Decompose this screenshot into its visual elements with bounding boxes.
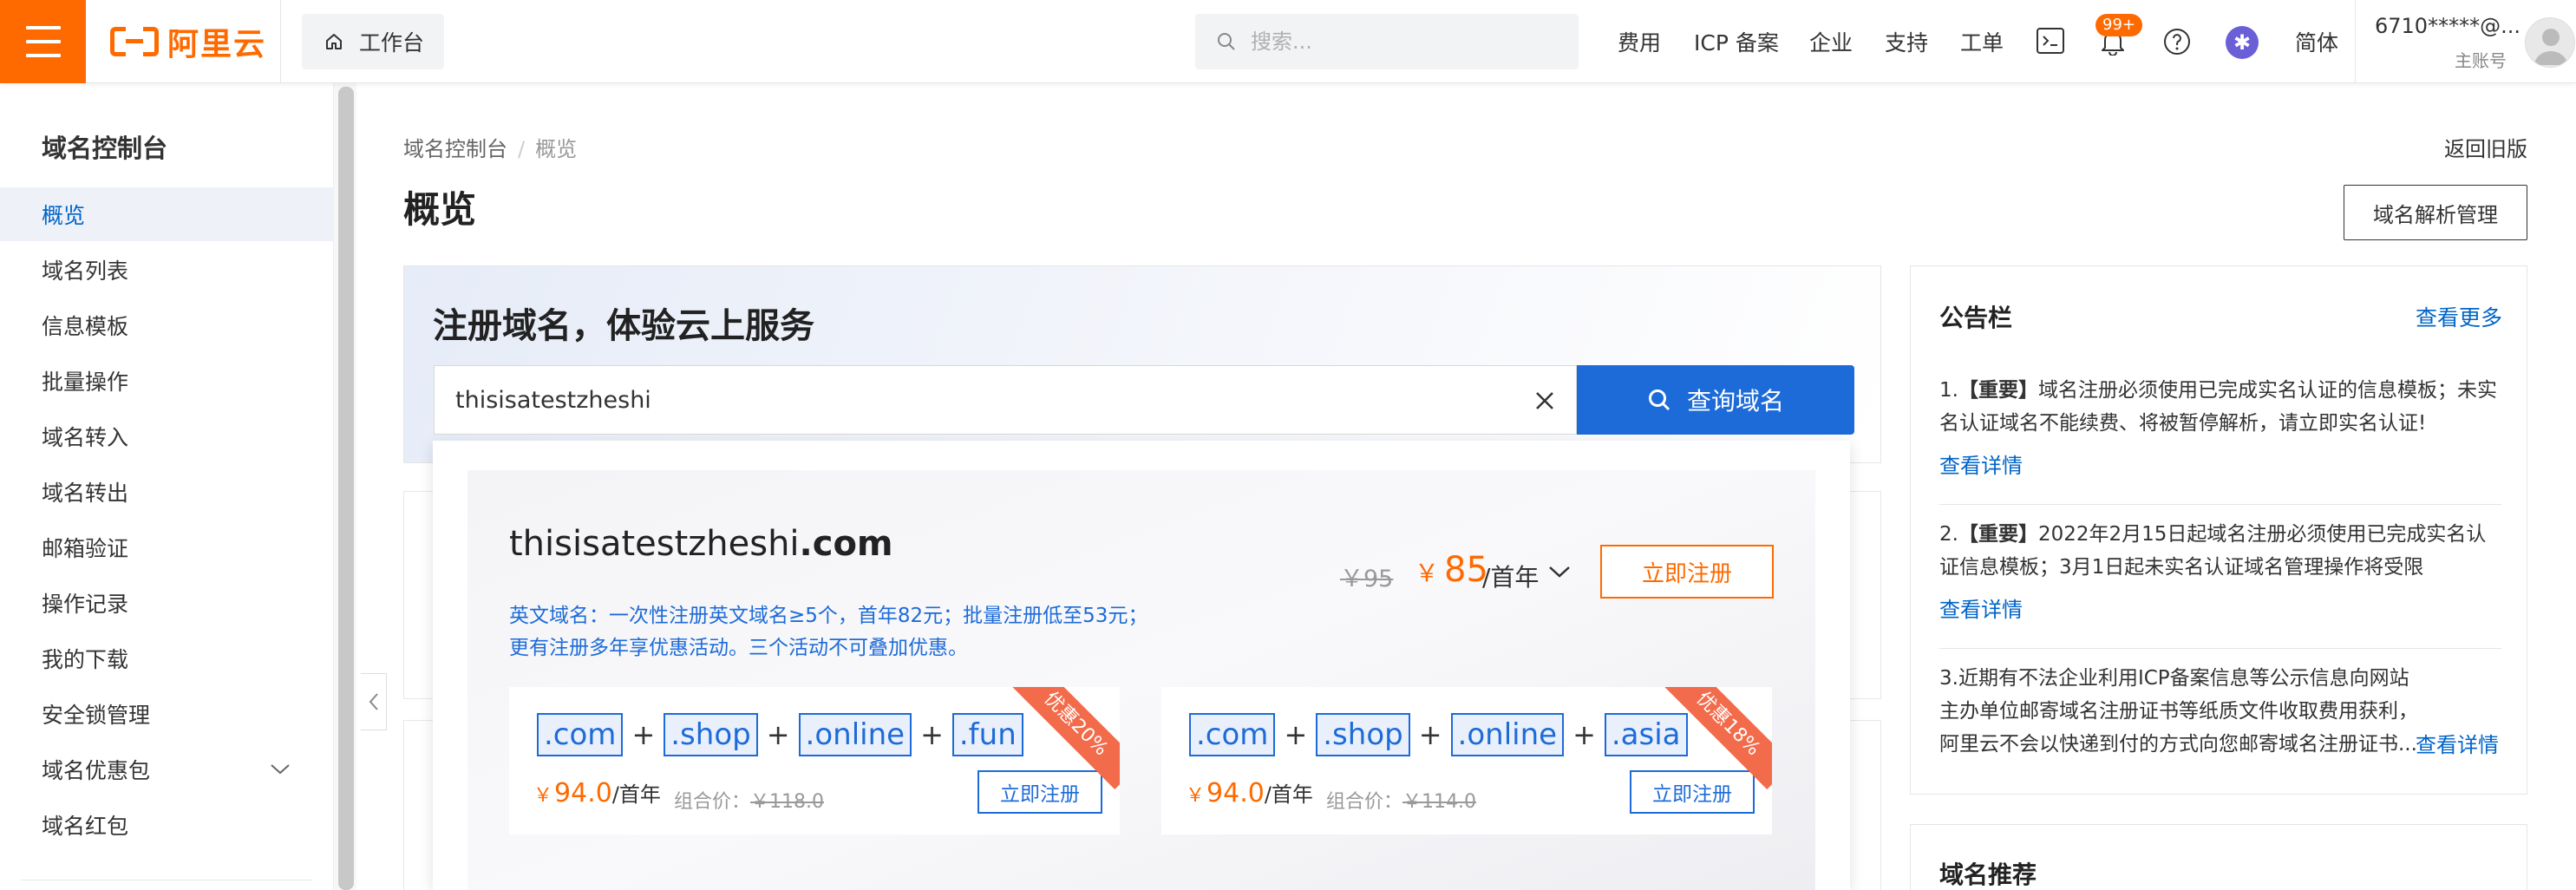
divider: [1939, 648, 2501, 649]
register-domain-card: 注册域名，体验云上服务 thisisatestzheshi 查询域名: [403, 265, 1881, 463]
workbench-label: 工作台: [359, 30, 425, 56]
bundle-price: ￥94.0/首年: [533, 778, 661, 808]
register-now-button[interactable]: 立即注册: [1600, 545, 1774, 599]
search-input[interactable]: [1251, 29, 1563, 54]
view-details-link[interactable]: 查看详情: [1939, 592, 2023, 623]
bundle-tlds: .com + .shop + .online + .fun: [537, 713, 1023, 756]
domain-search-value: thisisatestzheshi: [455, 386, 651, 414]
breadcrumb-current: 概览: [535, 137, 578, 161]
notification-badge: 99+: [2095, 14, 2142, 36]
nav-support[interactable]: 支持: [1885, 26, 1928, 57]
terminal-icon[interactable]: [2037, 28, 2064, 54]
search-icon: [1648, 389, 1670, 411]
logo-text: 阿里云: [167, 27, 267, 62]
original-price: ￥95: [1340, 566, 1394, 592]
chevron-down-icon: [271, 764, 290, 775]
dns-management-button[interactable]: 域名解析管理: [2344, 185, 2527, 240]
bundle-combo-price: 组合价：￥118.0: [674, 791, 824, 813]
nav-ticket[interactable]: 工单: [1960, 26, 2004, 57]
bundle-price: ￥94.0/首年: [1186, 778, 1313, 808]
bundle-card: .com + .shop + .online + .fun ￥94.0/首年 组合价：…: [509, 687, 1120, 834]
page-title: 概览: [403, 188, 477, 231]
domain-result-dropdown: thisisatestzheshi.com ￥95 ￥ 85 /首年 立即注册 英…: [433, 441, 1850, 890]
notice-item: 1.【重要】域名注册必须使用已完成实名认证的信息模板；未实名认证域名不能续费、将…: [1939, 379, 2497, 435]
notice-title: 公告栏: [1939, 304, 2013, 332]
sidebar-scrollbar-thumb[interactable]: [338, 87, 354, 890]
sidebar-title: 域名控制台: [42, 134, 168, 163]
sidebar-item-info-template[interactable]: 信息模板: [0, 298, 334, 352]
chevron-down-icon[interactable]: [1548, 564, 1571, 579]
notice-board: 公告栏 查看更多 1.【重要】域名注册必须使用已完成实名认证的信息模板；未实名认…: [1910, 265, 2527, 795]
register-title: 注册域名，体验云上服务: [433, 306, 814, 346]
collapse-sidebar-button[interactable]: [361, 673, 387, 730]
aliyun-logo[interactable]: 阿里云: [110, 22, 266, 62]
recommend-title: 域名推荐: [1939, 861, 2037, 889]
sidebar-item-transfer-out[interactable]: 域名转出: [0, 465, 334, 519]
bundle-tlds: .com + .shop + .online + .asia: [1189, 713, 1688, 756]
divider: [2355, 0, 2356, 83]
breadcrumb: 域名控制台 / 概览: [403, 137, 578, 161]
chevron-left-icon: [369, 693, 378, 710]
sidebar-item-security-lock[interactable]: 安全锁管理: [0, 687, 334, 741]
search-domain-label: 查询域名: [1686, 387, 1784, 416]
nav-fees[interactable]: 费用: [1618, 26, 1661, 57]
language-switch[interactable]: 简体: [2295, 26, 2338, 57]
bundle-combo-price: 组合价：￥114.0: [1326, 791, 1476, 813]
bundle-register-button[interactable]: 立即注册: [977, 770, 1102, 814]
search-icon: [1218, 33, 1235, 50]
sidebar-item-red-packet[interactable]: 域名红包: [0, 798, 334, 852]
promo-note: 英文域名：一次性注册英文域名≥5个，首年82元；批量注册低至53元；更有注册多年…: [509, 605, 1148, 659]
result-domain: thisisatestzheshi.com: [509, 524, 893, 564]
divider: [280, 0, 281, 83]
view-details-link[interactable]: 查看详情: [1939, 448, 2023, 479]
sidebar-item-op-log[interactable]: 操作记录: [0, 576, 334, 630]
divider: [1939, 504, 2501, 505]
sidebar-item-downloads[interactable]: 我的下载: [0, 632, 334, 685]
user-avatar[interactable]: [2525, 17, 2575, 68]
aliyun-logo-mark: [110, 27, 159, 56]
nav-enterprise[interactable]: 企业: [1809, 26, 1853, 57]
view-details-link[interactable]: 查看详情: [2416, 728, 2499, 758]
nav-icp[interactable]: ICP 备案: [1694, 26, 1779, 57]
notice-item: 3.近期有不法企业利用ICP备案信息等公示信息向网站主办单位邮寄域名注册证书等纸…: [1939, 667, 2418, 756]
price-unit: /首年: [1482, 563, 1540, 592]
sidebar-item-discount-pack[interactable]: 域名优惠包: [0, 743, 334, 796]
breadcrumb-link[interactable]: 域名控制台: [403, 137, 507, 161]
sidebar-item-email-verify[interactable]: 邮箱验证: [0, 520, 334, 574]
notice-item: 2.【重要】2022年2月15日起域名注册必须使用已完成实名认证信息模板；3月1…: [1939, 523, 2487, 579]
home-icon: [326, 34, 342, 49]
workbench-button[interactable]: 工作台: [302, 14, 444, 69]
ai-assistant-icon[interactable]: ✱: [2226, 26, 2259, 59]
domain-search-input[interactable]: thisisatestzheshi: [434, 365, 1577, 435]
current-price: ￥ 85: [1415, 550, 1488, 590]
sidebar-item-transfer-in[interactable]: 域名转入: [0, 409, 334, 463]
help-icon[interactable]: [2163, 28, 2191, 56]
sidebar-item-batch-ops[interactable]: 批量操作: [0, 354, 334, 408]
sidebar-item-domain-list[interactable]: 域名列表: [0, 243, 334, 297]
top-bar: 阿里云 工作台 费用 ICP 备案 企业 支持 工单 99+ ✱ 简体 6710…: [0, 0, 2576, 83]
view-more-link[interactable]: 查看更多: [2416, 301, 2502, 332]
menu-icon[interactable]: [0, 0, 86, 83]
account-role: 主账号: [2455, 50, 2507, 71]
domain-recommend-card: 域名推荐: [1910, 824, 2527, 890]
domain-result-panel: thisisatestzheshi.com ￥95 ￥ 85 /首年 立即注册 英…: [467, 470, 1815, 890]
bundle-card: .com + .shop + .online + .asia ￥94.0/首年 组合价…: [1161, 687, 1772, 834]
account-name[interactable]: 6710*****@...: [2375, 14, 2520, 38]
bundle-register-button[interactable]: 立即注册: [1630, 770, 1755, 814]
sidebar-item-overview[interactable]: 概览: [0, 187, 334, 241]
clear-icon[interactable]: [1534, 390, 1555, 411]
search-domain-button[interactable]: 查询域名: [1577, 365, 1854, 435]
back-to-old-version-link[interactable]: 返回旧版: [2444, 132, 2527, 162]
global-search[interactable]: [1195, 14, 1579, 69]
sidebar: 域名控制台 概览 域名列表 信息模板 批量操作 域名转入 域名转出 邮箱验证 操…: [0, 83, 334, 890]
